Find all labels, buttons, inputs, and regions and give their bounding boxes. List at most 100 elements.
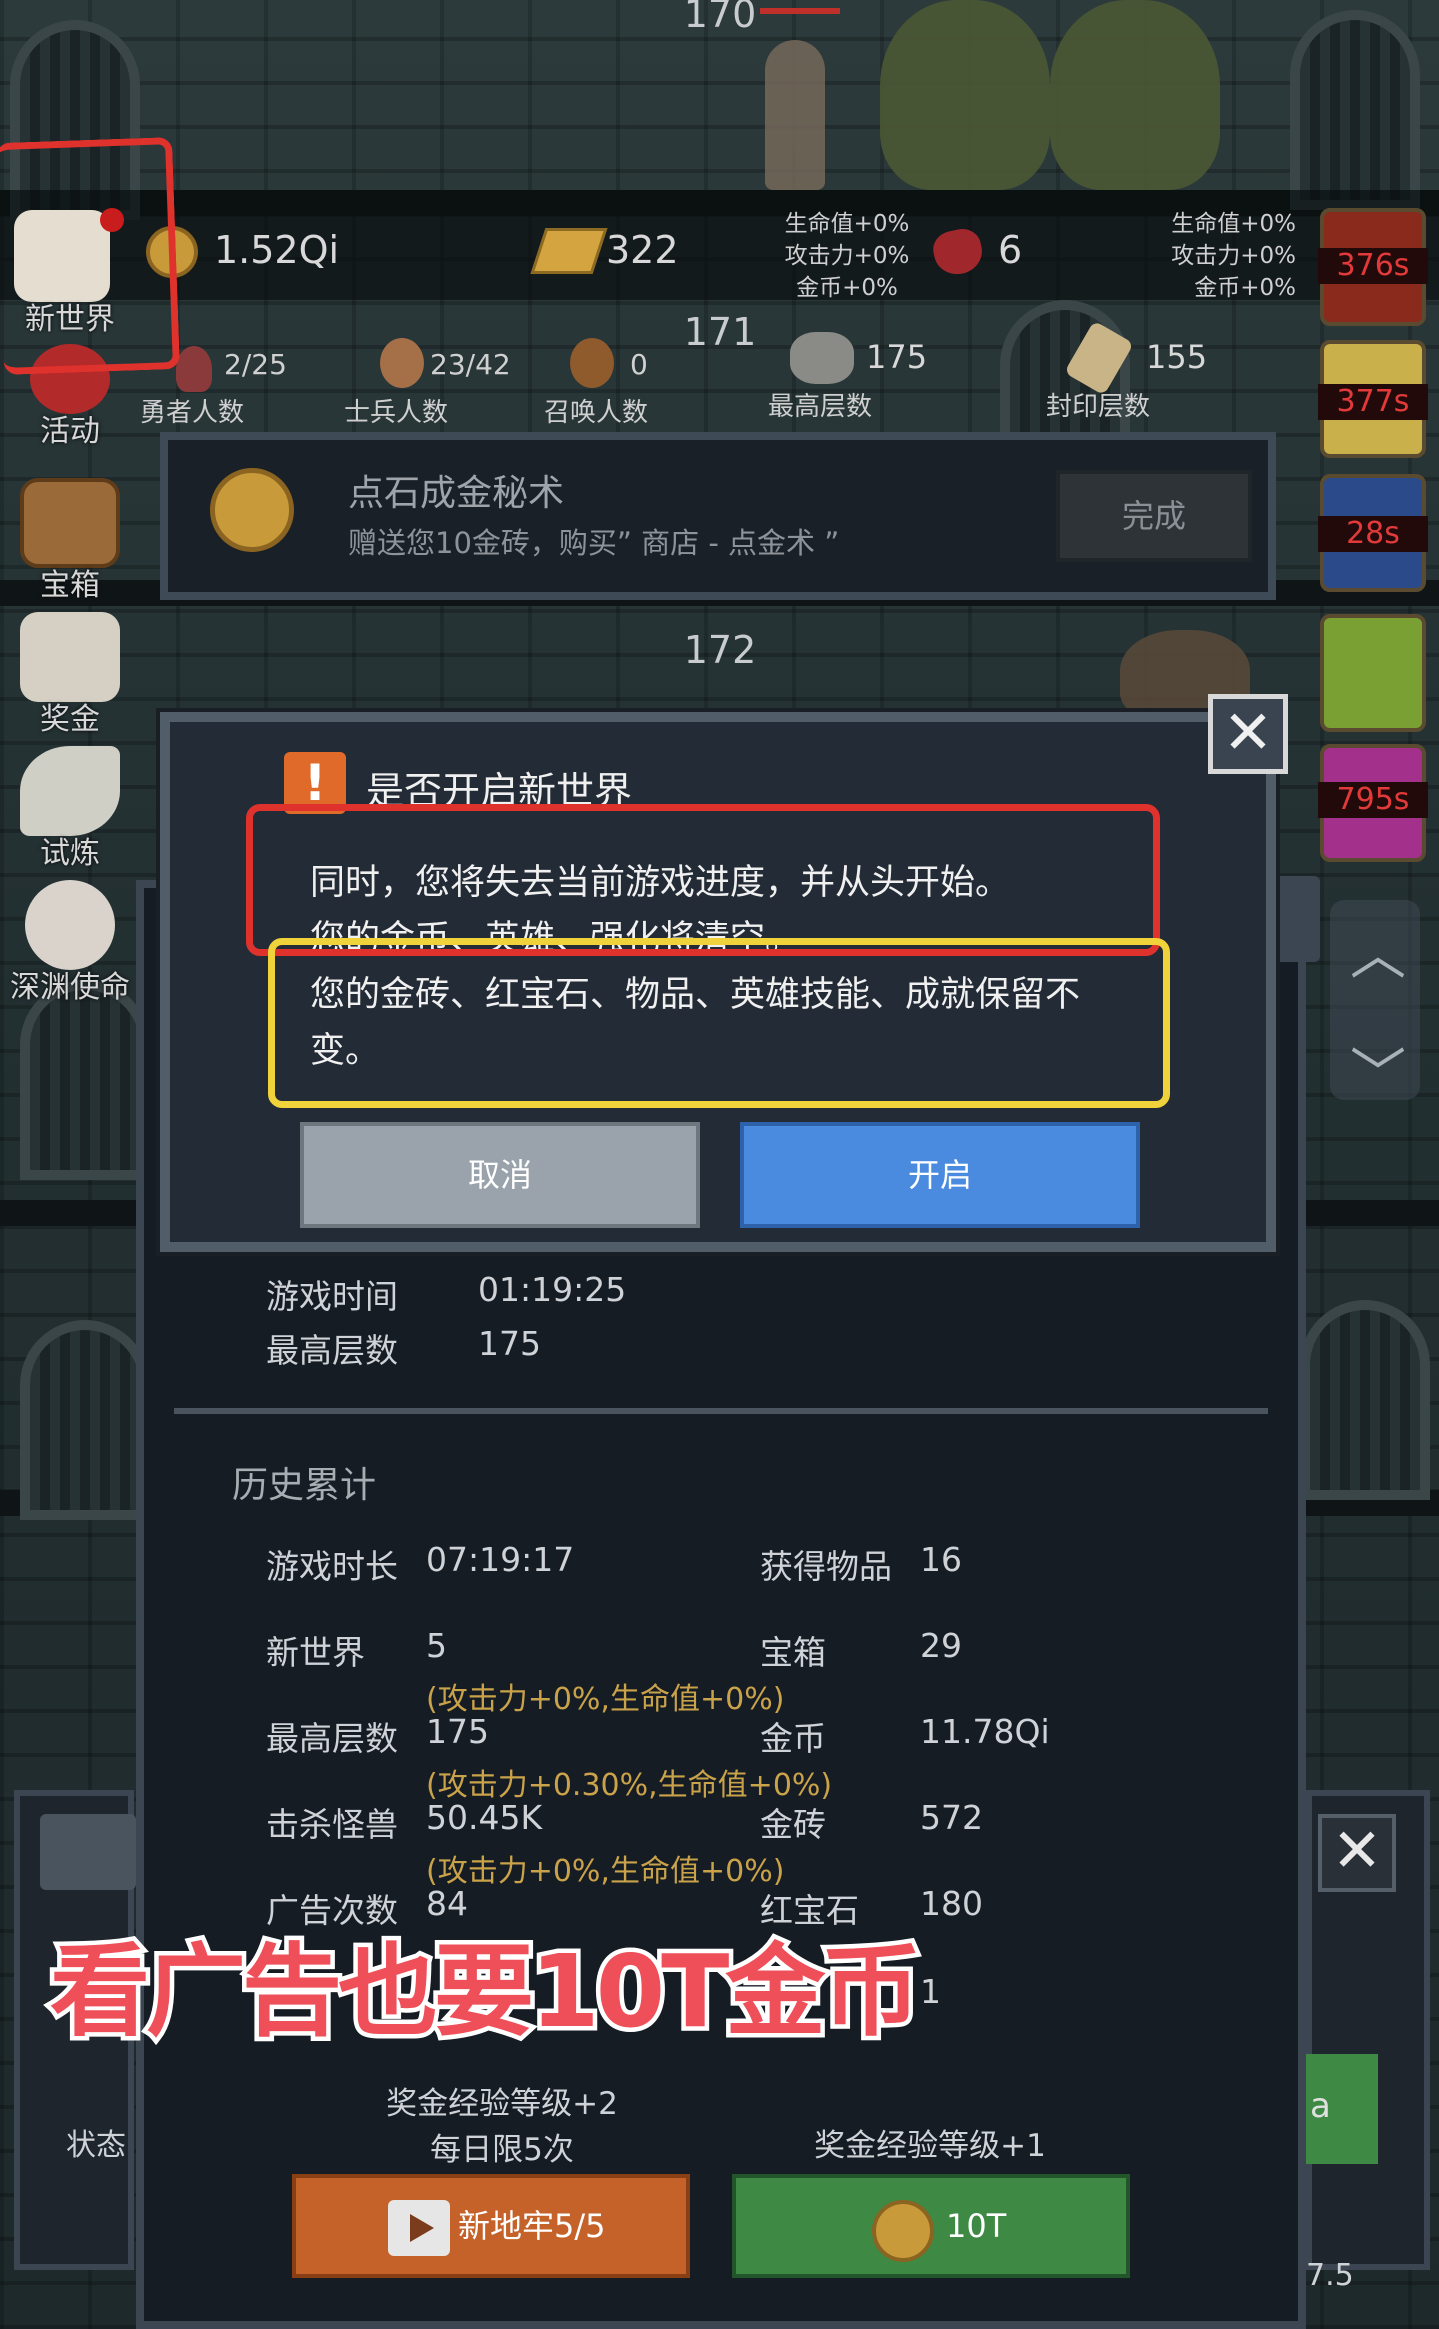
watch-ad-button[interactable]: 新地牢5/5	[292, 2174, 690, 2278]
orb-icon	[25, 880, 115, 970]
history-value: 175	[426, 1712, 489, 1751]
gold-reward-note: 奖金经验等级+1	[814, 2128, 1046, 2164]
annotation-red-bracket	[0, 136, 180, 376]
sidebar-item-abyss[interactable]: 深渊使命	[0, 880, 140, 1010]
summon-icon	[570, 338, 614, 388]
ad-limit-note: 每日限5次	[430, 2132, 574, 2168]
hero-sprite	[765, 40, 825, 190]
quest-title: 点石成金秘术	[348, 473, 565, 514]
history-key: 获得物品	[760, 1547, 892, 1586]
history-value: 11.78Qi	[920, 1712, 1050, 1751]
hero-icon	[176, 346, 212, 392]
scroll-up-icon[interactable]: ︿	[1350, 910, 1406, 991]
gold-start-button[interactable]: 10T	[732, 2174, 1130, 2278]
quest-description: 赠送您10金砖，购买” 商店 - 点金术 ”	[348, 526, 840, 560]
history-title: 历史累计	[232, 1465, 377, 1506]
history-key: 金币	[760, 1719, 826, 1758]
ad-reward-note: 奖金经验等级+2	[386, 2086, 618, 2122]
summon-count: 0	[630, 348, 648, 381]
current-max-floor: 175	[478, 1324, 541, 1363]
annotation-yellow-box	[268, 938, 1170, 1108]
buff-timer: 795s	[1318, 782, 1428, 818]
floor-number: 172	[683, 628, 757, 672]
max-floor-count: 175	[866, 338, 928, 376]
buff-atk: 攻击力+0%	[1171, 243, 1296, 269]
summon-count-label: 召唤人数	[544, 398, 649, 428]
soldier-icon	[380, 338, 424, 388]
buff-gold: 金币+0%	[1194, 275, 1296, 301]
close-icon[interactable]: ✕	[1208, 694, 1288, 774]
ruby-amount: 6	[998, 228, 1023, 272]
history-key: 游戏时长	[266, 1547, 398, 1586]
watch-ad-label: 新地牢5/5	[458, 2207, 606, 2245]
history-key: 宝箱	[760, 1633, 826, 1672]
quest-panel: 点石成金秘术 赠送您10金砖，购买” 商店 - 点金术 ” 完成	[160, 432, 1276, 600]
current-play-time: 01:19:25	[478, 1270, 627, 1309]
orc-monster	[1050, 0, 1220, 190]
max-floor-label: 最高层数	[768, 392, 873, 422]
dungeon-door	[1300, 1300, 1430, 1500]
side-number: 7.5	[1306, 2258, 1354, 2293]
chest-icon	[20, 478, 120, 568]
soldier-count: 23/42	[430, 348, 511, 381]
soldier-count-label: 士兵人数	[344, 398, 449, 428]
history-value: 572	[920, 1798, 983, 1837]
sidebar-label: 活动	[40, 414, 100, 449]
close-icon[interactable]: ✕	[1318, 1814, 1396, 1892]
sidebar-item-bonus[interactable]: 奖金	[0, 612, 140, 742]
buff-timer: 376s	[1318, 248, 1428, 284]
stone-icon	[790, 332, 854, 384]
wing-icon	[20, 746, 120, 836]
sidebar-label: 试炼	[40, 836, 100, 871]
buff-list-left: 生命值+0% 攻击力+0% 金币+0%	[782, 208, 912, 304]
history-key: 新世界	[266, 1633, 365, 1672]
overlay-caption: 看广告也要10T金币	[45, 1929, 925, 2055]
divider	[174, 1408, 1268, 1414]
history-value: 07:19:17	[426, 1540, 575, 1579]
gold-amount: 1.52Qi	[214, 228, 340, 272]
floor-number: 170	[683, 0, 757, 36]
sidebar-label: 深渊使命	[10, 970, 130, 1005]
history-value: 1	[920, 1972, 941, 2011]
status-label: 状态	[66, 2128, 126, 2163]
current-max-floor-label: 最高层数	[266, 1331, 398, 1370]
history-key: 金砖	[760, 1805, 826, 1844]
sidebar-item-trial[interactable]: 试炼	[0, 746, 140, 876]
envelope-icon	[20, 612, 120, 702]
scroll-down-icon[interactable]: ﹀	[1350, 1030, 1406, 1111]
gold-bar-amount: 322	[606, 228, 679, 272]
buff-gold: 金币+0%	[796, 275, 898, 301]
buff-slot[interactable]	[1320, 614, 1426, 732]
monster-health-bar	[760, 8, 840, 14]
annotation-red-box	[246, 804, 1160, 956]
history-value: 50.45K	[426, 1798, 543, 1837]
hero-count: 2/25	[224, 348, 287, 381]
buff-atk: 攻击力+0%	[784, 243, 910, 269]
buff-timer: 28s	[1318, 516, 1428, 552]
sidebar-item-chest[interactable]: 宝箱	[0, 478, 140, 608]
confirm-button[interactable]: 开启	[740, 1122, 1140, 1228]
cancel-button[interactable]: 取消	[300, 1122, 700, 1228]
history-value: 29	[920, 1626, 962, 1665]
gold-coin-icon	[872, 2200, 934, 2262]
sidebar-label: 宝箱	[40, 568, 100, 603]
current-play-time-label: 游戏时间	[266, 1277, 398, 1316]
floor-number: 171	[683, 310, 757, 354]
history-bonus: (攻击力+0%,生命值+0%)	[426, 1854, 785, 1889]
play-icon	[410, 2214, 434, 2242]
side-tab[interactable]	[40, 1814, 136, 1890]
history-value: 180	[920, 1884, 983, 1923]
sidebar-label: 奖金	[40, 702, 100, 737]
buff-hp: 生命值+0%	[784, 211, 910, 237]
dungeon-door	[20, 1320, 150, 1520]
dungeon-door	[20, 980, 150, 1180]
history-key: 最高层数	[266, 1719, 398, 1758]
history-value: 5	[426, 1626, 447, 1665]
orc-monster	[880, 0, 1050, 190]
sealed-floor-label: 封印层数	[1046, 392, 1151, 422]
hero-count-label: 勇者人数	[140, 398, 245, 428]
buff-timer: 377s	[1318, 384, 1428, 420]
quest-complete-button[interactable]: 完成	[1056, 470, 1252, 562]
history-value: 16	[920, 1540, 962, 1579]
buff-hp: 生命值+0%	[1171, 211, 1296, 237]
